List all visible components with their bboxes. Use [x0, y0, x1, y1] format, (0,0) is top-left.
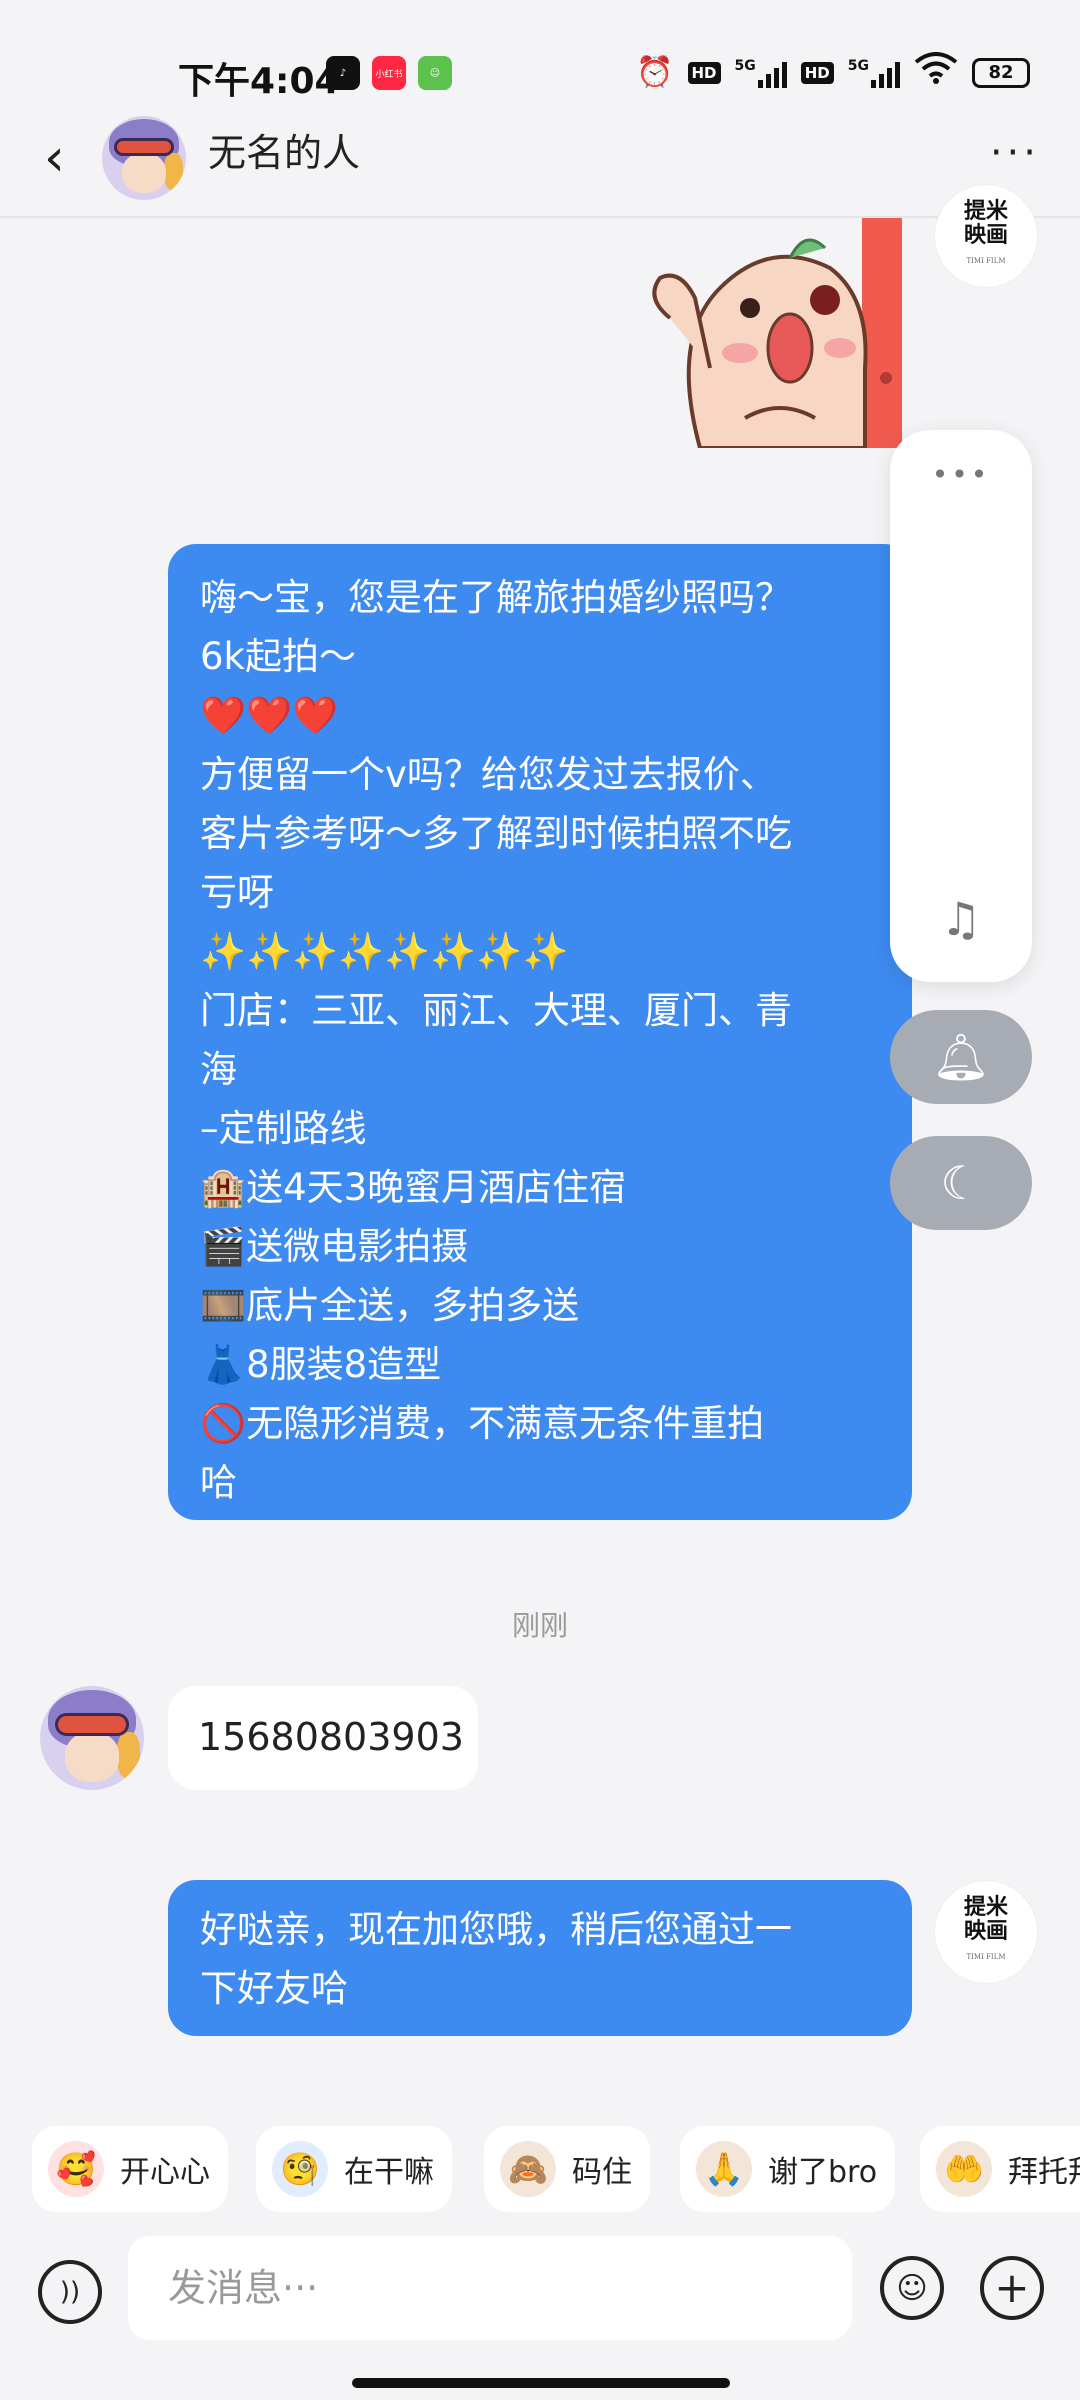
status-time: 下午4:04: [178, 61, 340, 102]
voice-input-icon[interactable]: )): [38, 2260, 102, 2324]
sticker-icon: 🤲: [936, 2141, 992, 2197]
quick-reply-label: 码住: [572, 2155, 632, 2190]
brand-small-text: TIMI FILM: [966, 1953, 1006, 1961]
quick-reply-label: 在干嘛: [344, 2155, 434, 2190]
message-bubble-outgoing-2[interactable]: 好哒亲，现在加您哦，稍后您通过一 下好友哈: [168, 1880, 912, 2036]
input-bar: )) ☺ +: [0, 2236, 1080, 2400]
emoji-icon[interactable]: ☺: [880, 2256, 944, 2320]
brand-line-2: 映画: [963, 222, 1008, 248]
tiktok-icon: ♪: [326, 56, 360, 90]
sticker-message[interactable]: [640, 218, 902, 448]
hd-badge: HD: [687, 61, 721, 84]
chat-header: ‹ 无名的人 ···: [0, 100, 1080, 218]
battery-indicator: 82: [972, 57, 1030, 88]
brand-line-1: 提米: [963, 1894, 1008, 1920]
contact-avatar-in-chat[interactable]: [40, 1686, 144, 1790]
message-bubble-incoming[interactable]: 15680803903: [168, 1686, 478, 1790]
sticker-icon: 🙏: [696, 2141, 752, 2197]
quick-reply-happy[interactable]: 🥰 开心心: [32, 2126, 228, 2212]
contact-name[interactable]: 无名的人: [208, 122, 360, 177]
brand-small-text: TIMI FILM: [966, 257, 1006, 265]
xiaohongshu-icon: 小红书: [372, 56, 406, 90]
quick-reply-label: 拜托拜: [1008, 2155, 1080, 2190]
home-indicator: [352, 2378, 730, 2388]
network-type-label: 5G: [734, 57, 756, 74]
brand-line-2: 映画: [963, 1918, 1008, 1944]
message-bubble-outgoing[interactable]: 嗨～宝，您是在了解旅拍婚纱照吗？ 6k起拍～ ❤️❤️❤️ 方便留一个v吗？给您…: [168, 544, 912, 1520]
panel-more-icon[interactable]: •••: [890, 458, 1032, 491]
quick-reply-bar: 🥰 开心心 🧐 在干嘛 🙈 码住 🙏 谢了bro 🤲 拜托拜: [0, 2100, 1080, 2236]
moon-icon[interactable]: ☾: [890, 1136, 1032, 1230]
status-indicators: ⏰ HD 5G HD 5G 82: [636, 52, 1030, 93]
sticker-icon: 🧐: [272, 2141, 328, 2197]
hd-badge-2: HD: [800, 61, 834, 84]
signal-bars-icon: [757, 58, 787, 88]
sticker-icon: 🥰: [48, 2141, 104, 2197]
quick-reply-thanks[interactable]: 🙏 谢了bro: [680, 2126, 896, 2212]
quick-reply-please[interactable]: 🤲 拜托拜: [920, 2126, 1080, 2212]
network-type-label-2: 5G: [847, 57, 869, 74]
signal-2: 5G: [848, 58, 900, 88]
signal-bars-icon-2: [871, 58, 900, 88]
quick-reply-label: 开心心: [120, 2155, 210, 2190]
signal-1: 5G: [735, 58, 787, 88]
back-icon[interactable]: ‹: [44, 130, 84, 190]
contact-avatar[interactable]: [102, 116, 186, 200]
wifi-icon: [914, 52, 958, 93]
brand-avatar[interactable]: 提米 映画 TIMI FILM: [934, 184, 1038, 288]
message-timestamp: 刚刚: [511, 1609, 568, 1642]
message-input[interactable]: [128, 2236, 852, 2340]
quick-reply-noted[interactable]: 🙈 码住: [484, 2126, 650, 2212]
android-app-icon: ☺: [418, 56, 452, 90]
plus-icon[interactable]: +: [980, 2256, 1044, 2320]
more-options-icon[interactable]: ···: [990, 130, 1040, 176]
alarm-icon: ⏰: [636, 55, 674, 90]
quick-reply-label: 谢了bro: [768, 2155, 878, 2190]
brand-line-1: 提米: [963, 198, 1008, 224]
floating-panel: ••• ♫: [890, 430, 1032, 982]
quick-reply-whats-up[interactable]: 🧐 在干嘛: [256, 2126, 452, 2212]
bell-icon[interactable]: 🔔︎: [890, 1010, 1032, 1104]
brand-avatar-2[interactable]: 提米 映画 TIMI FILM: [934, 1880, 1038, 1984]
music-note-icon[interactable]: ♫: [890, 892, 1032, 946]
sticker-icon: 🙈: [500, 2141, 556, 2197]
